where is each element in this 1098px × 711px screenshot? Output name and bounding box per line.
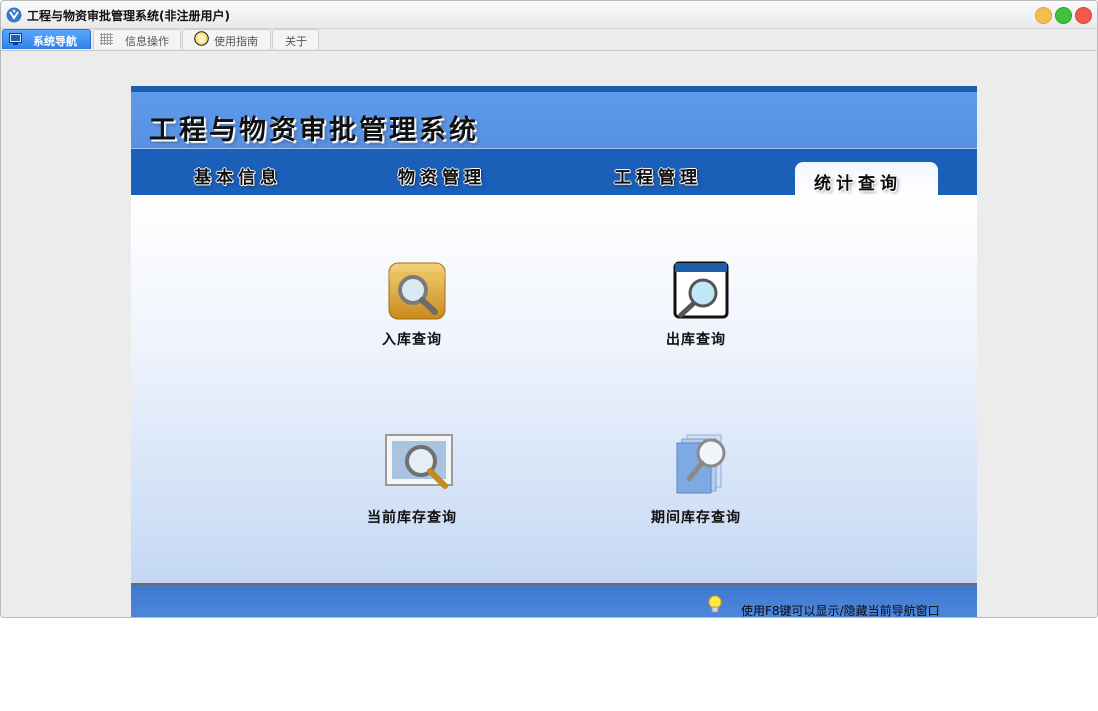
nav-statistics-query[interactable]: 统计查询	[814, 169, 902, 194]
app-logo-icon	[6, 7, 22, 23]
image-search-icon	[385, 434, 453, 489]
tab-info-operations[interactable]: 信息操作	[93, 29, 181, 49]
function-area: 入库查询 出库查询 当前库存查询 期间库存查询	[131, 195, 977, 583]
period-inventory-query-button[interactable]: 期间库存查询	[641, 423, 761, 526]
navigation-panel: 工程与物资审批管理系统 基本信息 物资管理 工程管理 统计查询 入库查询 出库查…	[131, 86, 977, 617]
tab-label: 使用指南	[214, 35, 258, 48]
outbound-query-button[interactable]: 出库查询	[651, 250, 749, 350]
window-search-icon	[673, 261, 729, 319]
nav-project-management[interactable]: 工程管理	[614, 163, 702, 188]
function-label: 期间库存查询	[651, 510, 741, 526]
tab-label: 信息操作	[125, 35, 169, 48]
lightbulb-icon	[708, 595, 722, 613]
panel-footer: 使用F8键可以显示/隐藏当前导航窗口	[131, 583, 977, 617]
function-label: 出库查询	[666, 332, 726, 348]
tab-system-navigation[interactable]: 系统导航	[2, 29, 91, 49]
tab-user-guide[interactable]: 使用指南	[182, 29, 271, 49]
panel-header: 工程与物资审批管理系统	[131, 92, 977, 148]
footer-hint-text: 使用F8键可以显示/隐藏当前导航窗口	[741, 604, 940, 617]
title-bar[interactable]: 工程与物资审批管理系统(非注册用户)	[1, 1, 1097, 29]
tab-label: 关于	[285, 35, 307, 48]
app-window: 工程与物资审批管理系统(非注册用户) 系统导航 信息操作 使用指南 关于 工程与…	[0, 0, 1098, 618]
monitor-icon	[9, 33, 22, 45]
close-button[interactable]	[1075, 7, 1092, 24]
folder-search-icon	[388, 262, 446, 320]
tab-about[interactable]: 关于	[272, 29, 319, 49]
current-inventory-query-button[interactable]: 当前库存查询	[361, 423, 481, 526]
grid-icon	[100, 33, 113, 45]
function-label: 当前库存查询	[367, 510, 457, 526]
minimize-button[interactable]	[1035, 7, 1052, 24]
documents-search-icon	[676, 434, 726, 494]
nav-materials-management[interactable]: 物资管理	[398, 163, 486, 188]
tab-bar: 系统导航 信息操作 使用指南 关于	[1, 29, 1097, 51]
panel-title: 工程与物资审批管理系统	[149, 115, 479, 146]
window-title: 工程与物资审批管理系统(非注册用户)	[27, 9, 230, 23]
maximize-button[interactable]	[1055, 7, 1072, 24]
nav-basic-info[interactable]: 基本信息	[194, 163, 282, 188]
function-label: 入库查询	[382, 332, 442, 348]
module-nav: 基本信息 物资管理 工程管理 统计查询	[131, 148, 977, 196]
tab-label: 系统导航	[33, 35, 77, 48]
content-area: 工程与物资审批管理系统 基本信息 物资管理 工程管理 统计查询 入库查询 出库查…	[1, 51, 1097, 617]
compass-icon	[194, 31, 209, 46]
inbound-query-button[interactable]: 入库查询	[367, 250, 465, 350]
